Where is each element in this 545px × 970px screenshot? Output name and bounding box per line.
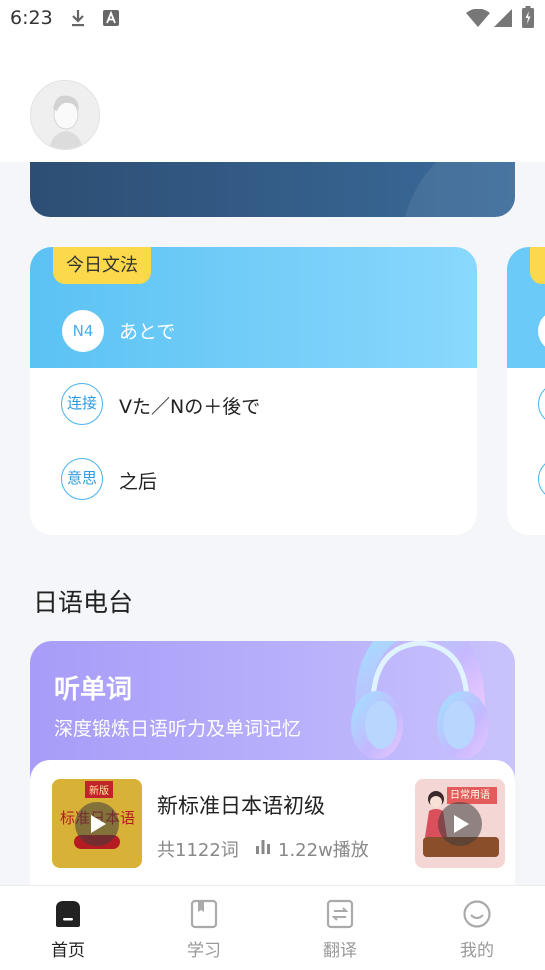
tab-home[interactable]: 首页: [18, 886, 118, 970]
tab-translate[interactable]: 翻译: [290, 886, 390, 970]
connection-label: 连接: [61, 383, 103, 425]
radio-title: 听单词: [54, 675, 133, 705]
avatar[interactable]: [30, 80, 100, 150]
connection-text: Vた／Nの＋後で: [119, 396, 261, 418]
meaning-label: 意思: [61, 458, 103, 500]
status-bar: 6:23: [0, 0, 545, 38]
tab-home-label: 首页: [51, 941, 85, 961]
profile-icon: [463, 900, 491, 928]
tab-profile[interactable]: 我的: [427, 886, 527, 970]
play-icon: [91, 815, 106, 833]
headphones-icon: [351, 641, 489, 759]
radio-section-title: 日语电台: [33, 588, 134, 617]
wifi-icon: [466, 9, 490, 27]
play-button[interactable]: [75, 802, 119, 846]
bottom-tab-bar: 首页 学习 翻译 我的: [0, 885, 545, 970]
book-icon: [190, 899, 218, 929]
play-button-2[interactable]: [438, 802, 482, 846]
level-badge: N4: [62, 310, 104, 352]
bar-chart-icon: [256, 840, 270, 854]
tab-profile-label: 我的: [460, 941, 494, 961]
status-time: 6:23: [10, 7, 53, 29]
play-count: 1.22w播放: [278, 840, 369, 861]
daily-grammar-card[interactable]: 今日文法 N4 あとで 连接 Vた／Nの＋後で 意思 之后: [30, 247, 477, 535]
next-grammar-card[interactable]: [507, 247, 545, 535]
radio-item-title[interactable]: 新标准日本语初级: [157, 790, 325, 820]
signal-icon: [494, 9, 512, 27]
download-icon: [72, 10, 84, 27]
app-notification-icon: [103, 10, 119, 26]
tab-translate-label: 翻译: [323, 941, 357, 961]
header: [0, 38, 545, 162]
banner-decoration: [400, 162, 515, 217]
next-connection-label: [538, 383, 545, 425]
daily-phrases-label: 日常用语: [447, 787, 497, 804]
home-icon: [56, 901, 80, 927]
grammar-tag: 今日文法: [53, 247, 151, 284]
play-icon: [454, 815, 469, 833]
grammar-word: あとで: [119, 321, 176, 343]
default-avatar-icon: [31, 81, 99, 149]
tab-study-label: 学习: [187, 941, 221, 961]
next-meaning-label: [538, 458, 545, 500]
battery-icon: [522, 6, 534, 28]
meaning-text: 之后: [119, 471, 158, 493]
book-cover[interactable]: 新版 标准日本语: [52, 779, 142, 868]
word-count: 共1122词: [157, 840, 239, 861]
next-grammar-tag: [530, 247, 545, 284]
banner[interactable]: [30, 162, 515, 217]
radio-subtitle: 深度锻炼日语听力及单词记忆: [54, 718, 302, 740]
cover-badge: 新版: [85, 781, 113, 798]
daily-phrases-cover[interactable]: 日常用语: [415, 779, 505, 868]
translate-icon: [326, 899, 354, 929]
tab-study[interactable]: 学习: [154, 886, 254, 970]
